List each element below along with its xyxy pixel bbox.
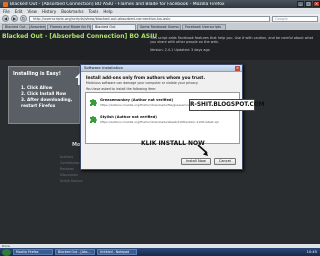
firefox-icon bbox=[3, 1, 8, 7]
taskbar-item-notepad[interactable]: Untitled - Notepad bbox=[97, 249, 137, 255]
taskbar-item-firefox[interactable]: Mozilla Firefox bbox=[13, 249, 53, 255]
minimize-button[interactable]: _ bbox=[297, 1, 304, 7]
software-installation-dialog: Software Installation × Install add-ons … bbox=[80, 64, 243, 170]
url-input[interactable]: http://userscripts.org/scripts/show/blac… bbox=[29, 15, 270, 22]
menu-edit[interactable]: Edit bbox=[15, 9, 23, 14]
info-line-authors: Authors bbox=[60, 155, 74, 159]
addon-name: Greasemonkey (Author not verified) bbox=[100, 98, 174, 102]
blog-watermark: R-SHIT.BLOGSPOT.COM bbox=[189, 99, 265, 111]
os-taskbar: Mozilla Firefox Blacked Out - [Abs... Un… bbox=[0, 248, 320, 256]
install-now-button[interactable]: Install Now bbox=[181, 158, 211, 165]
close-window-button[interactable]: × bbox=[313, 1, 320, 7]
install-steps: 1. Click Allow 2. Click Install Now 3. A… bbox=[21, 85, 72, 109]
install-instructions-box: Installing is Easy! 1. Click Allow 2. Cl… bbox=[8, 66, 85, 124]
puzzle-piece-icon bbox=[90, 116, 97, 123]
forward-button[interactable]: ▶ bbox=[11, 15, 18, 22]
dialog-titlebar: Software Installation × bbox=[81, 65, 242, 72]
addon-url: https://addons.mozilla.org/firefox/downl… bbox=[100, 103, 201, 107]
addon-name: Stylish (Author not verified) bbox=[100, 115, 157, 119]
taskbar-clock: 10:45 bbox=[306, 250, 317, 254]
start-button[interactable] bbox=[2, 248, 11, 256]
menu-view[interactable]: View bbox=[27, 9, 37, 14]
info-line-source: Script Source bbox=[60, 179, 83, 183]
window-titlebar: Blacked Out - [Absorbed Connection] BO A… bbox=[0, 0, 320, 8]
dialog-buttons: Install Now Cancel bbox=[181, 158, 236, 165]
tab-bar: Blacked Out - [Absorbed... Flames and Bl… bbox=[0, 23, 320, 30]
menu-file[interactable]: File bbox=[3, 9, 10, 14]
list-item[interactable]: Stylish (Author not verified) https://ad… bbox=[88, 113, 238, 129]
install-instructions-title: Installing is Easy! bbox=[13, 72, 61, 77]
search-input[interactable]: Google bbox=[272, 15, 318, 22]
navigation-bar: ◀ ▶ ↻ http://userscripts.org/scripts/sho… bbox=[0, 14, 320, 23]
menu-tools[interactable]: Tools bbox=[89, 9, 99, 14]
window-title: Blacked Out - [Absorbed Connection] BO A… bbox=[10, 1, 225, 7]
maximize-button[interactable]: □ bbox=[305, 1, 312, 7]
dialog-heading: Install add-ons only from authors whom y… bbox=[86, 75, 206, 80]
dialog-title: Software Installation bbox=[84, 65, 123, 70]
cancel-button[interactable]: Cancel bbox=[213, 158, 236, 165]
menu-bookmarks[interactable]: Bookmarks bbox=[61, 9, 83, 14]
site-title[interactable]: Blacked Out - [Absorbed Connection] BO A… bbox=[2, 33, 157, 40]
menu-history[interactable]: History bbox=[42, 9, 56, 14]
install-step-3b: restart Firefox bbox=[21, 103, 56, 108]
menu-help[interactable]: Help bbox=[103, 9, 112, 14]
info-line-discussion: Discussion bbox=[60, 173, 79, 177]
dialog-warning: Malicious software can damage your compu… bbox=[86, 81, 199, 85]
dialog-close-button[interactable]: × bbox=[235, 66, 240, 71]
info-line-contributors: Contributors bbox=[60, 161, 82, 165]
addon-url: https://addons.mozilla.org/firefox/downl… bbox=[100, 120, 219, 124]
info-line-reviews: Reviews bbox=[60, 167, 74, 171]
puzzle-piece-icon bbox=[90, 99, 97, 106]
dialog-ask-text: You have asked to install the following … bbox=[86, 87, 157, 91]
site-meta: Version: 2.4.1 Updated: 3 days ago bbox=[150, 48, 210, 52]
reload-button[interactable]: ↻ bbox=[20, 15, 27, 22]
site-description: This script adds Facebook features that … bbox=[150, 36, 314, 44]
back-button[interactable]: ◀ bbox=[2, 15, 9, 22]
taskbar-item-page[interactable]: Blacked Out - [Abs... bbox=[55, 249, 95, 255]
arrow-down-icon bbox=[197, 144, 208, 156]
